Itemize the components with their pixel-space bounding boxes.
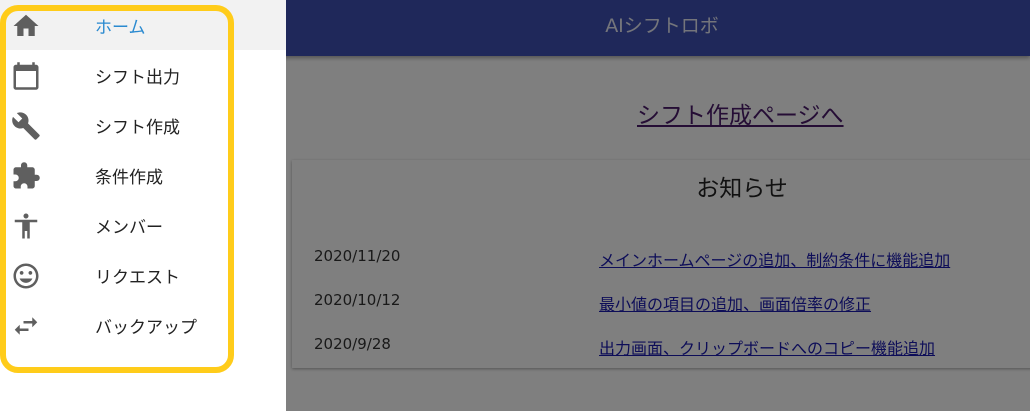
nav-item-label: メンバー (95, 218, 163, 238)
app-root: AIシフトロボ シフト作成ページへ お知らせ 2020/11/20 メインホーム… (0, 0, 1030, 411)
person-icon (11, 211, 41, 241)
nav-item-label: バックアップ (95, 318, 197, 338)
nav-item-shift-create[interactable]: シフト作成 (0, 100, 286, 150)
nav-item-label: ホーム (95, 18, 146, 38)
wrench-icon (11, 111, 41, 141)
home-icon (11, 11, 41, 41)
swap-icon (11, 311, 41, 341)
nav-item-requests[interactable]: リクエスト (0, 250, 286, 300)
nav-item-shift-output[interactable]: シフト出力 (0, 50, 286, 100)
nav-item-label: 条件作成 (95, 168, 163, 188)
nav-item-label: シフト作成 (95, 118, 180, 138)
nav-item-condition-create[interactable]: 条件作成 (0, 150, 286, 200)
puzzle-icon (11, 161, 41, 191)
smiley-icon (11, 261, 41, 291)
nav-item-home[interactable]: ホーム (0, 0, 286, 50)
nav-item-label: リクエスト (95, 268, 180, 288)
nav-item-label: シフト出力 (95, 68, 180, 88)
calendar-icon (11, 61, 41, 91)
nav-item-members[interactable]: メンバー (0, 200, 286, 250)
nav-item-backup[interactable]: バックアップ (0, 300, 286, 350)
navigation-drawer: ホーム シフト出力 シフト作成 条件作成 メンバー リクエスト バックアップ (0, 0, 286, 411)
